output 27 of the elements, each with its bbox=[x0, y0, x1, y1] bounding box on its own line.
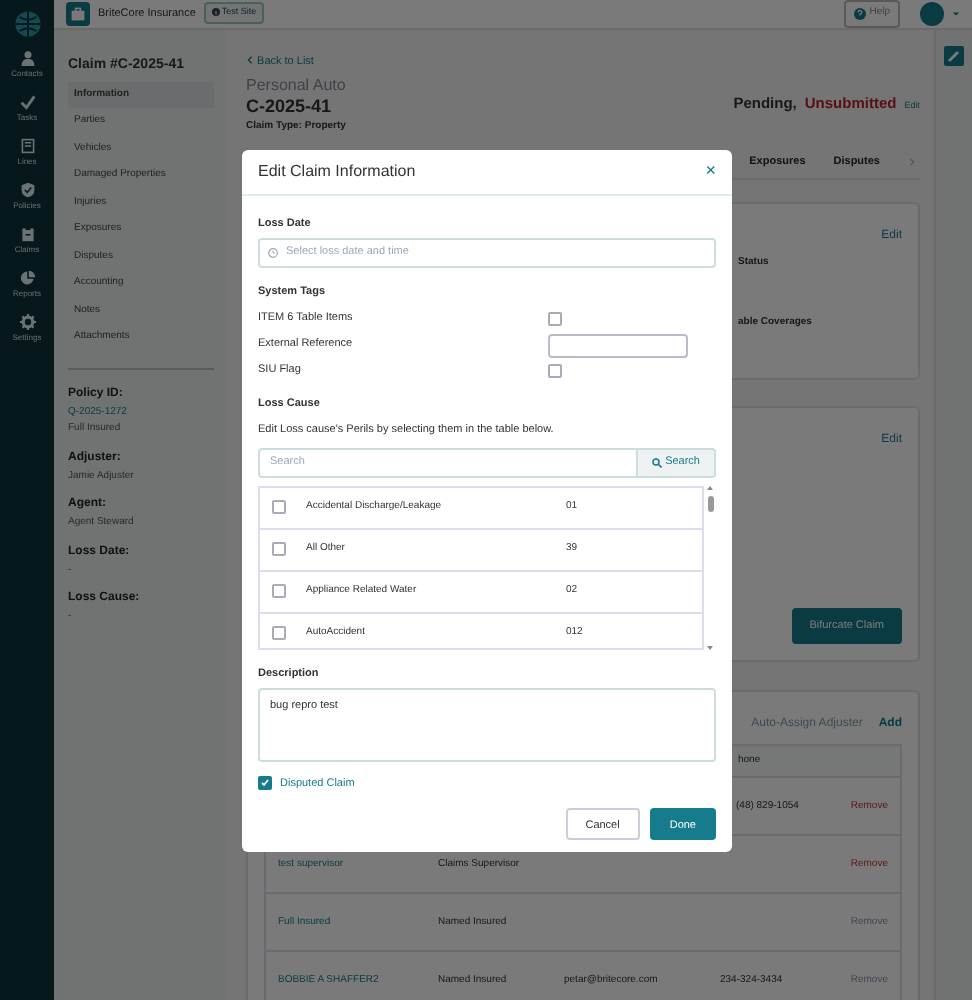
help-icon bbox=[853, 7, 866, 20]
scrollbar[interactable] bbox=[704, 485, 716, 650]
checkbox[interactable] bbox=[548, 312, 562, 327]
pencil-icon[interactable] bbox=[944, 45, 964, 65]
avatar-icon[interactable] bbox=[920, 1, 944, 26]
checkmark-icon bbox=[19, 94, 35, 110]
checkbox[interactable] bbox=[272, 584, 286, 599]
globe-logo-icon bbox=[13, 10, 41, 38]
chevron-left-icon bbox=[246, 56, 254, 65]
close-button[interactable]: × bbox=[705, 162, 716, 181]
clock-icon bbox=[268, 247, 278, 258]
text-input-field[interactable] bbox=[548, 333, 688, 358]
search-icon bbox=[651, 457, 662, 468]
checkbox[interactable] bbox=[548, 364, 562, 379]
info-icon bbox=[211, 7, 220, 16]
shield-icon bbox=[19, 182, 35, 198]
gear-icon bbox=[19, 314, 35, 330]
checkbox[interactable] bbox=[272, 626, 286, 641]
pie-chart-icon bbox=[19, 270, 35, 286]
book-icon bbox=[19, 138, 35, 154]
checkbox[interactable] bbox=[272, 500, 286, 515]
person-icon bbox=[19, 50, 35, 66]
checkbox[interactable] bbox=[258, 776, 272, 791]
clipboard-icon bbox=[19, 226, 35, 242]
claim-number: C-2025-41 bbox=[246, 97, 334, 116]
checkbox[interactable] bbox=[272, 542, 286, 557]
dialog-title: Edit Claim Information bbox=[258, 162, 416, 182]
